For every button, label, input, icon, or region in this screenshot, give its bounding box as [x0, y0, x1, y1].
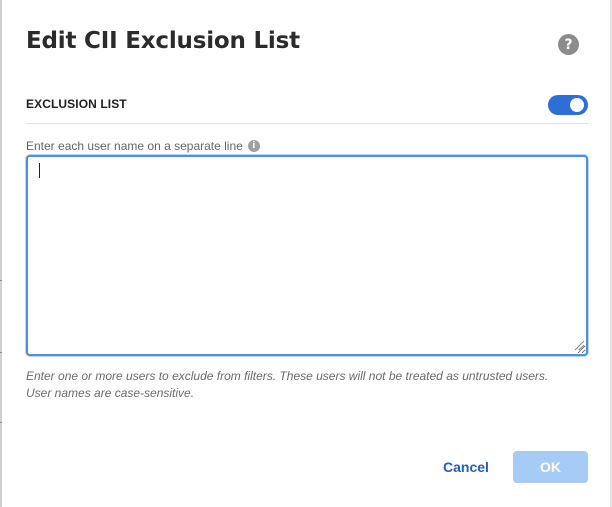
toggle-knob [570, 98, 584, 112]
exclusion-list-toggle[interactable] [548, 95, 588, 115]
ok-button[interactable]: OK [513, 451, 588, 483]
question-circle-icon[interactable]: ? [558, 34, 579, 55]
dialog-title: Edit CII Exclusion List [26, 28, 300, 54]
exclusion-list-label: EXCLUSION LIST [26, 97, 127, 111]
edit-exclusion-dialog: Edit CII Exclusion List ? EXCLUSION LIST… [2, 0, 610, 507]
text-cursor [39, 163, 40, 178]
user-names-field-label: Enter each user name on a separate line … [26, 139, 260, 153]
cancel-button[interactable]: Cancel [434, 452, 498, 482]
help-icon-glyph: ? [564, 36, 573, 53]
resize-grip-icon[interactable] [574, 340, 585, 351]
info-icon-glyph: i [252, 141, 256, 151]
help-text: Enter one or more users to exclude from … [26, 368, 596, 402]
section-divider [26, 123, 588, 124]
user-names-textarea[interactable] [26, 155, 588, 356]
field-label-text: Enter each user name on a separate line [26, 139, 243, 153]
help-text-line-1: Enter one or more users to exclude from … [26, 369, 549, 383]
info-circle-icon[interactable]: i [247, 140, 260, 152]
help-text-line-2: User names are case-sensitive. [26, 386, 195, 400]
